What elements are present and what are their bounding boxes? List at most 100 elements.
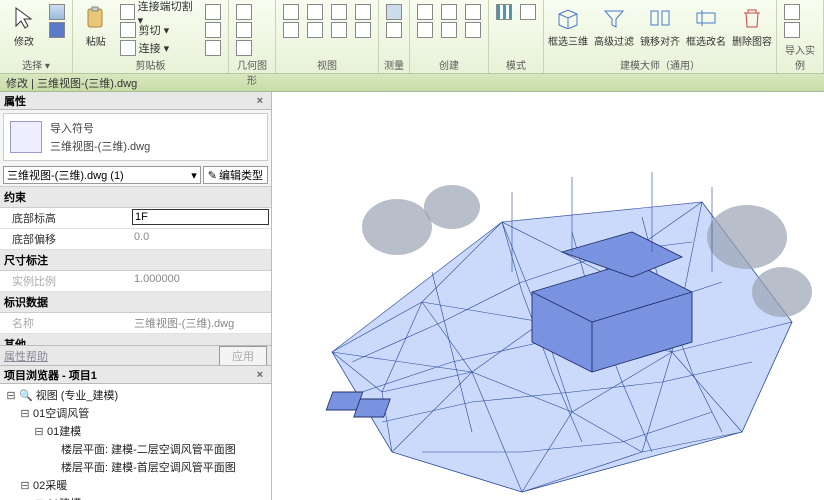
join-icon	[120, 40, 136, 56]
geom-1[interactable]	[233, 4, 255, 20]
expander-icon[interactable]: ⊟	[6, 389, 16, 402]
ribbon-group-master: 框选三维 高级过滤 镜移对齐 框选改名 删除图容 建模大师（通用）	[544, 0, 777, 73]
create-4[interactable]	[438, 22, 460, 38]
mode-2[interactable]	[517, 4, 539, 20]
type-thumb-icon	[10, 121, 42, 153]
type-props-button[interactable]	[46, 4, 68, 20]
view-7[interactable]	[352, 4, 374, 20]
clip-c-button[interactable]	[202, 40, 224, 56]
view-4[interactable]	[304, 22, 326, 38]
expander-icon[interactable]: ⊟	[34, 425, 44, 438]
ribbon: 修改 选择 ▾ 粘贴 连接端切割 ▾ 剪切 ▾ 连接 ▾	[0, 0, 824, 74]
type-selector[interactable]: 导入符号 三维视图-(三维).dwg	[3, 113, 268, 161]
ribbon-group-view: 视图	[276, 0, 379, 73]
cut-icon	[120, 22, 136, 38]
view-6[interactable]	[328, 22, 350, 38]
ribbon-group-select: 修改 选择 ▾	[0, 0, 73, 73]
tree-item[interactable]: ⊟🔍视图 (专业_建模)	[2, 386, 269, 404]
generic-icon	[331, 22, 347, 38]
generic-icon	[355, 22, 371, 38]
create-2[interactable]	[414, 22, 436, 38]
context-titlebar: 修改 | 三维视图-(三维).dwg	[0, 74, 824, 92]
create-6[interactable]	[462, 22, 484, 38]
instance-props-button[interactable]	[46, 22, 68, 38]
tree-item[interactable]: ⊟01建模	[2, 494, 269, 500]
modify-button[interactable]: 修改	[4, 2, 44, 52]
tree-item[interactable]: 楼层平面: 建模-首层空调风管平面图	[2, 458, 269, 476]
filter-icon	[600, 4, 628, 32]
paste-icon	[82, 4, 110, 32]
properties-close-button[interactable]: ×	[253, 95, 267, 107]
edit-type-icon: ✎	[208, 169, 217, 182]
generic-icon	[441, 4, 457, 20]
generic-icon	[283, 4, 299, 20]
base-level-input[interactable]	[132, 209, 269, 225]
generic-icon	[417, 4, 433, 20]
generic-icon	[307, 4, 323, 20]
delete-layers-button[interactable]: 删除图容	[732, 2, 772, 52]
view-8[interactable]	[352, 22, 374, 38]
browser-close-button[interactable]: ×	[253, 369, 267, 381]
project-browser: 项目浏览器 - 项目1 × ⊟🔍视图 (专业_建模)⊟01空调风管⊟01建模楼层…	[0, 365, 271, 500]
generic-icon	[205, 22, 221, 38]
expander-icon[interactable]: ⊟	[20, 407, 30, 420]
create-3[interactable]	[438, 4, 460, 20]
tree-item[interactable]: ⊟01建模	[2, 422, 269, 440]
prop-name: 名称 三维视图-(三维).dwg	[0, 313, 271, 334]
import-1[interactable]	[781, 4, 803, 20]
measure-2[interactable]	[383, 22, 405, 38]
generic-icon	[520, 4, 536, 20]
tree-label: 01建模	[47, 423, 81, 439]
base-offset-value[interactable]: 0.0	[130, 229, 271, 249]
expander-icon[interactable]: ⊟	[34, 497, 44, 500]
apply-button[interactable]: 应用	[219, 346, 267, 366]
create-1[interactable]	[414, 4, 436, 20]
box3d-button[interactable]: 框选三维	[548, 2, 588, 52]
generic-icon	[283, 22, 299, 38]
create-5[interactable]	[462, 4, 484, 20]
view-1[interactable]	[280, 4, 302, 20]
expander-icon[interactable]: ⊟	[20, 479, 30, 492]
properties-help-link[interactable]: 属性帮助	[4, 348, 48, 364]
join-cut-button[interactable]: 连接端切割 ▾	[117, 4, 200, 20]
prop-base-level: 底部标高	[0, 208, 271, 229]
join-cut-icon	[120, 4, 135, 20]
tree-label: 01建模	[47, 495, 81, 500]
cut-button[interactable]: 剪切 ▾	[117, 22, 200, 38]
generic-icon	[355, 4, 371, 20]
browser-tree[interactable]: ⊟🔍视图 (专业_建模)⊟01空调风管⊟01建模楼层平面: 建模-二层空调风管平…	[0, 384, 271, 500]
clip-a-button[interactable]	[202, 4, 224, 20]
mode-1[interactable]	[493, 4, 515, 20]
paste-button[interactable]: 粘贴	[77, 2, 115, 52]
filter-button[interactable]: 高级过滤	[594, 2, 634, 52]
chevron-down-icon: ▾	[191, 169, 197, 182]
import-2[interactable]	[781, 22, 803, 38]
viewport-3d[interactable]	[272, 92, 824, 500]
view-2[interactable]	[280, 22, 302, 38]
tree-item[interactable]: ⊟01空调风管	[2, 404, 269, 422]
geom-2[interactable]	[233, 22, 255, 38]
name-value: 三维视图-(三维).dwg	[130, 313, 271, 333]
view-3[interactable]	[304, 4, 326, 20]
mirror-align-button[interactable]: 镜移对齐	[640, 2, 680, 52]
view-5[interactable]	[328, 4, 350, 20]
browser-header: 项目浏览器 - 项目1 ×	[0, 366, 271, 384]
ribbon-group-clipboard: 粘贴 连接端切割 ▾ 剪切 ▾ 连接 ▾ 剪贴板	[73, 0, 229, 73]
cat-dim: 尺寸标注	[0, 250, 271, 271]
generic-icon	[307, 22, 323, 38]
tree-item[interactable]: ⊟02采暖	[2, 476, 269, 494]
properties-title: 属性	[4, 93, 26, 109]
join-button[interactable]: 连接 ▾	[117, 40, 200, 56]
rename-button[interactable]: 框选改名	[686, 2, 726, 52]
tree-item[interactable]: 楼层平面: 建模-二层空调风管平面图	[2, 440, 269, 458]
prop-base-offset: 底部偏移 0.0	[0, 229, 271, 250]
ribbon-group-import: 导入实例	[777, 0, 824, 73]
edit-type-button[interactable]: ✎ 编辑类型	[203, 166, 268, 184]
clip-b-button[interactable]	[202, 22, 224, 38]
cat-id: 标识数据	[0, 292, 271, 313]
delete-icon	[738, 4, 766, 32]
measure-1[interactable]	[383, 4, 405, 20]
instance-dropdown[interactable]: 三维视图-(三维).dwg (1) ▾	[3, 166, 201, 184]
rename-icon	[692, 4, 720, 32]
geom-3[interactable]	[233, 40, 255, 56]
